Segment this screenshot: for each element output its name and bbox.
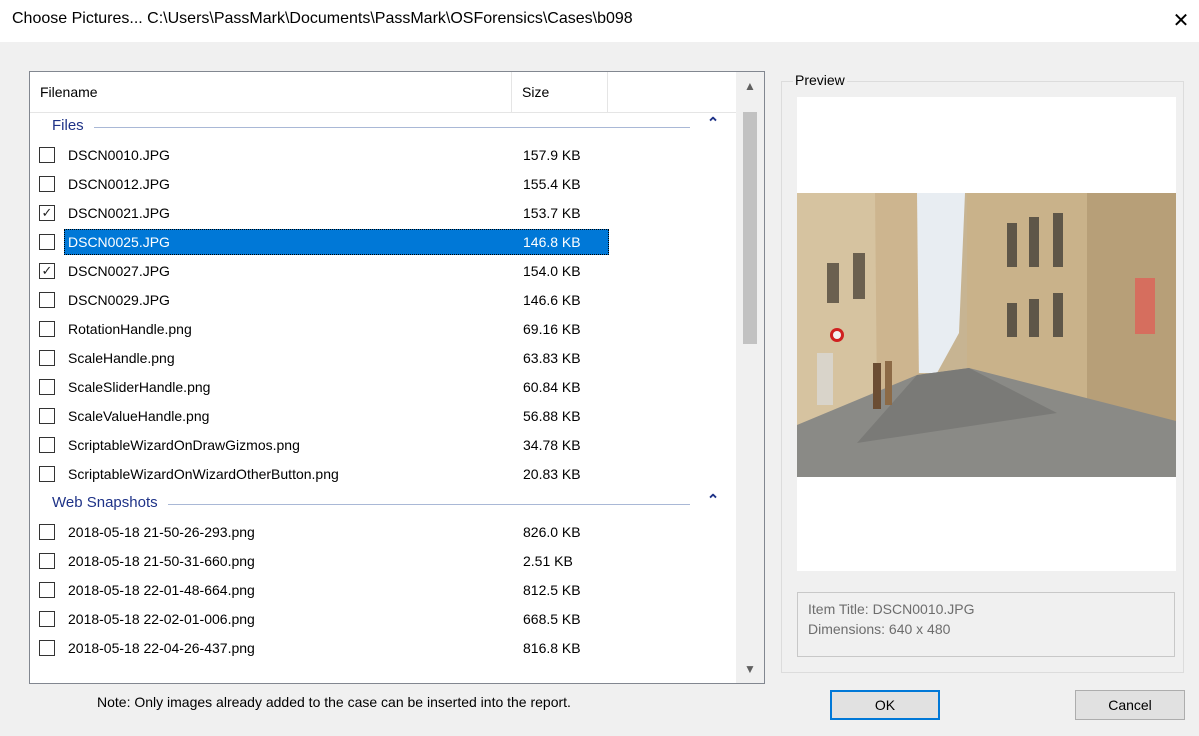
file-name: 2018-05-18 21-50-26-293.png: [68, 524, 255, 540]
file-size: 69.16 KB: [523, 321, 581, 337]
file-name: ScaleHandle.png: [68, 350, 175, 366]
list-item[interactable]: ScaleHandle.png 63.83 KB: [30, 344, 736, 373]
file-size: 812.5 KB: [523, 582, 581, 598]
file-name: 2018-05-18 21-50-31-660.png: [68, 553, 255, 569]
checkbox[interactable]: [39, 640, 55, 656]
check-icon: ✓: [41, 205, 53, 220]
scroll-down-arrow-icon[interactable]: ▼: [736, 655, 764, 683]
list-item[interactable]: 2018-05-18 22-04-26-437.png 816.8 KB: [30, 634, 736, 663]
file-size: 146.6 KB: [523, 292, 581, 308]
checkbox[interactable]: [39, 350, 55, 366]
checkbox[interactable]: [39, 611, 55, 627]
list-header: Filename Size: [30, 72, 736, 113]
group-divider: [167, 504, 690, 505]
file-size: 146.8 KB: [523, 234, 581, 250]
cancel-button[interactable]: Cancel: [1075, 690, 1185, 720]
file-name: ScaleSliderHandle.png: [68, 379, 211, 395]
file-name: 2018-05-18 22-04-26-437.png: [68, 640, 255, 656]
group-header[interactable]: Web Snapshots ⌃: [30, 489, 736, 518]
checkbox[interactable]: ✓: [39, 263, 55, 279]
close-icon[interactable]: ✕: [1168, 8, 1194, 34]
file-name: ScriptableWizardOnDrawGizmos.png: [68, 437, 300, 453]
column-header-size[interactable]: Size: [512, 72, 608, 112]
file-name: ScaleValueHandle.png: [68, 408, 210, 424]
file-name: DSCN0025.JPG: [68, 234, 170, 250]
list-item[interactable]: 2018-05-18 21-50-31-660.png 2.51 KB: [30, 547, 736, 576]
checkbox[interactable]: [39, 379, 55, 395]
file-size: 20.83 KB: [523, 466, 581, 482]
file-size: 153.7 KB: [523, 205, 581, 221]
group-header[interactable]: Files ⌃: [30, 112, 736, 141]
column-header-filename[interactable]: Filename: [30, 72, 512, 112]
ok-button[interactable]: OK: [830, 690, 940, 720]
file-size: 826.0 KB: [523, 524, 581, 540]
scrollbar-thumb[interactable]: [743, 112, 757, 344]
file-name: 2018-05-18 22-02-01-006.png: [68, 611, 255, 627]
dialog-body: Filename Size Files ⌃ DSCN0010.JPG 157.9 KB…: [0, 42, 1199, 736]
checkbox[interactable]: [39, 292, 55, 308]
list-item[interactable]: DSCN0025.JPG 146.8 KB: [30, 228, 736, 257]
list-item[interactable]: DSCN0012.JPG 155.4 KB: [30, 170, 736, 199]
file-size: 816.8 KB: [523, 640, 581, 656]
file-size: 155.4 KB: [523, 176, 581, 192]
chevron-up-icon[interactable]: ⌃: [706, 114, 720, 134]
checkbox[interactable]: [39, 553, 55, 569]
chevron-up-icon[interactable]: ⌃: [706, 491, 720, 511]
group-title: Files: [52, 117, 84, 134]
preview-area: [797, 97, 1176, 571]
file-size: 60.84 KB: [523, 379, 581, 395]
list-item[interactable]: ScaleValueHandle.png 56.88 KB: [30, 402, 736, 431]
file-name: DSCN0029.JPG: [68, 292, 170, 308]
group-divider: [93, 127, 690, 128]
checkbox[interactable]: [39, 234, 55, 250]
file-size: 63.83 KB: [523, 350, 581, 366]
file-name: DSCN0012.JPG: [68, 176, 170, 192]
vertical-scrollbar[interactable]: ▲ ▼: [736, 72, 764, 683]
file-size: 56.88 KB: [523, 408, 581, 424]
checkbox[interactable]: ✓: [39, 205, 55, 221]
list-item[interactable]: RotationHandle.png 69.16 KB: [30, 315, 736, 344]
file-size: 2.51 KB: [523, 553, 573, 569]
checkbox[interactable]: [39, 437, 55, 453]
check-icon: ✓: [41, 263, 53, 278]
list-item[interactable]: ScriptableWizardOnWizardOtherButton.png 2…: [30, 460, 736, 489]
list-item[interactable]: ✓ DSCN0021.JPG 153.7 KB: [30, 199, 736, 228]
list-item[interactable]: 2018-05-18 21-50-26-293.png 826.0 KB: [30, 518, 736, 547]
preview-image: [797, 193, 1176, 477]
title-bar: Choose Pictures... C:\Users\PassMark\Doc…: [0, 0, 1199, 42]
file-name: DSCN0027.JPG: [68, 263, 170, 279]
file-size: 34.78 KB: [523, 437, 581, 453]
list-item[interactable]: 2018-05-18 22-01-48-664.png 812.5 KB: [30, 576, 736, 605]
file-name: DSCN0021.JPG: [68, 205, 170, 221]
dimensions-text: Dimensions: 640 x 480: [808, 621, 951, 637]
file-size: 157.9 KB: [523, 147, 581, 163]
checkbox[interactable]: [39, 582, 55, 598]
checkbox[interactable]: [39, 466, 55, 482]
checkbox[interactable]: [39, 147, 55, 163]
file-name: ScriptableWizardOnWizardOtherButton.png: [68, 466, 339, 482]
group-title: Web Snapshots: [52, 494, 158, 511]
checkbox[interactable]: [39, 321, 55, 337]
list-item[interactable]: DSCN0029.JPG 146.6 KB: [30, 286, 736, 315]
checkbox[interactable]: [39, 176, 55, 192]
window-title: Choose Pictures... C:\Users\PassMark\Doc…: [12, 10, 633, 27]
list-item[interactable]: ScaleSliderHandle.png 60.84 KB: [30, 373, 736, 402]
checkbox[interactable]: [39, 408, 55, 424]
item-info-box: Item Title: DSCN0010.JPG Dimensions: 640…: [797, 592, 1175, 657]
list-item[interactable]: 2018-05-18 22-02-01-006.png 668.5 KB: [30, 605, 736, 634]
item-title-text: Item Title: DSCN0010.JPG: [808, 601, 975, 617]
file-size: 154.0 KB: [523, 263, 581, 279]
note-text: Note: Only images already added to the c…: [97, 694, 571, 710]
list-item[interactable]: ScriptableWizardOnDrawGizmos.png 34.78 KB: [30, 431, 736, 460]
checkbox[interactable]: [39, 524, 55, 540]
list-item[interactable]: ✓ DSCN0027.JPG 154.0 KB: [30, 257, 736, 286]
scroll-up-arrow-icon[interactable]: ▲: [736, 72, 764, 100]
preview-legend: Preview: [793, 72, 847, 88]
list-item[interactable]: DSCN0010.JPG 157.9 KB: [30, 141, 736, 170]
file-name: DSCN0010.JPG: [68, 147, 170, 163]
file-name: 2018-05-18 22-01-48-664.png: [68, 582, 255, 598]
file-size: 668.5 KB: [523, 611, 581, 627]
file-name: RotationHandle.png: [68, 321, 192, 337]
file-list[interactable]: Filename Size Files ⌃ DSCN0010.JPG 157.9 KB…: [29, 71, 765, 684]
